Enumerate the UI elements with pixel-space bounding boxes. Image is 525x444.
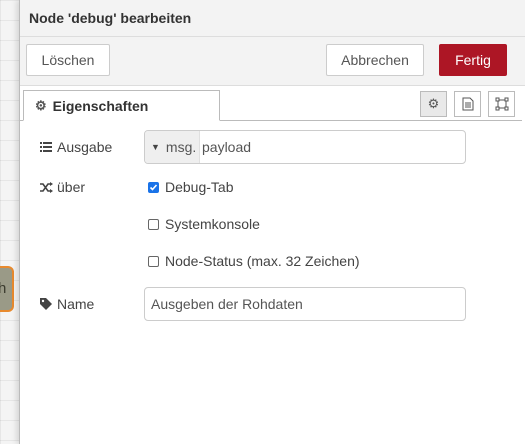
output-typed-input[interactable]: ▼ msg. payload (144, 130, 466, 164)
checkbox-checked-icon[interactable] (148, 181, 159, 193)
appearance-icon (495, 97, 508, 111)
checkbox-icon[interactable] (148, 255, 159, 267)
checkbox-icon[interactable] (148, 218, 159, 230)
tab-properties-label: Eigenschaften (52, 97, 149, 114)
tray-toolbar: Löschen Abbrechen Fertig (20, 37, 525, 86)
cancel-button[interactable]: Abbrechen (326, 44, 424, 76)
edit-tray: Node 'debug' bearbeiten Löschen Abbreche… (19, 0, 525, 444)
gear-icon: ⚙ (35, 97, 47, 113)
to-label: über (39, 179, 85, 195)
to-label-text: über (57, 179, 86, 195)
tray-tabs: ⚙ Eigenschaften ⚙ (20, 86, 525, 121)
delete-button[interactable]: Löschen (26, 44, 110, 76)
option-debug-tab-label: Debug-Tab (165, 179, 234, 195)
list-icon (39, 142, 53, 152)
caret-down-icon: ▼ (151, 142, 160, 152)
name-label-text: Name (57, 296, 95, 312)
shuffle-icon (39, 181, 53, 193)
option-node-status[interactable]: Node-Status (max. 32 Zeichen) (148, 253, 360, 269)
workspace-canvas[interactable]: h (0, 0, 19, 444)
gear-icon: ⚙ (427, 96, 440, 111)
tab-description[interactable] (454, 91, 481, 117)
canvas-node-partial[interactable]: h (0, 266, 14, 312)
output-type-select[interactable]: ▼ msg. (145, 131, 200, 163)
tab-settings[interactable]: ⚙ (420, 91, 447, 117)
tab-properties[interactable]: ⚙ Eigenschaften (23, 90, 220, 121)
done-button[interactable]: Fertig (439, 44, 507, 76)
tag-icon (39, 298, 53, 310)
option-node-status-label: Node-Status (max. 32 Zeichen) (165, 253, 360, 269)
option-debug-tab[interactable]: Debug-Tab (148, 179, 234, 195)
name-input[interactable]: Ausgeben der Rohdaten (144, 287, 466, 321)
output-value[interactable]: payload (200, 131, 251, 163)
tab-appearance[interactable] (488, 91, 515, 117)
output-label: Ausgabe (39, 139, 112, 155)
output-type-label: msg. (165, 139, 197, 155)
description-icon (462, 97, 473, 111)
output-label-text: Ausgabe (57, 139, 113, 155)
option-system-console-label: Systemkonsole (165, 216, 260, 232)
name-label: Name (39, 296, 94, 312)
tray-title: Node 'debug' bearbeiten (20, 0, 525, 37)
option-system-console[interactable]: Systemkonsole (148, 216, 260, 232)
